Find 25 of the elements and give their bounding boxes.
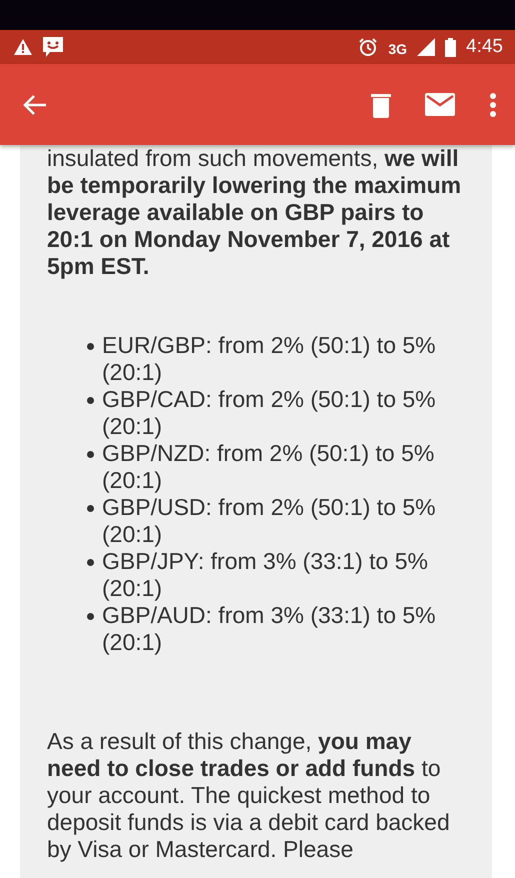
bullet-icon (87, 559, 94, 566)
paragraph: insulated from such movements, we will be temporarily lowering the maximum leverage available on GBP pairs to 20:1 on Monday November 7, 2016 at 5pm EST. (47, 145, 462, 280)
list-item: GBP/JPY: from 3% (33:1) to 5% (20:1) (102, 548, 429, 602)
bullet-icon (87, 451, 94, 458)
back-button[interactable] (22, 92, 48, 116)
list-item: GBP/USD: from 2% (50:1) to 5% (20:1) (102, 494, 437, 548)
clock: 4:45 (466, 36, 503, 58)
more-options-button[interactable] (489, 92, 497, 116)
bullet-icon (87, 613, 94, 620)
message-icon (42, 36, 64, 58)
paragraph: As a result of this change, you may need to close trades or add funds to your account. The quickest method to deposit funds is via a debit card backed by Visa or Mastercard. Please (47, 728, 451, 863)
list-item: GBP/NZD: from 2% (50:1) to 5% (20:1) (102, 440, 436, 494)
network-type: 3G (388, 41, 408, 57)
signal-icon (417, 38, 436, 56)
bullet-icon (87, 505, 94, 512)
delete-button[interactable] (371, 92, 391, 118)
list-item: GBP/AUD: from 3% (33:1) to 5% (20:1) (102, 602, 437, 656)
bullet-icon (87, 397, 94, 404)
list-item: EUR/GBP: from 2% (50:1) to 5% (20:1) (102, 332, 437, 386)
mail-button[interactable] (425, 93, 455, 116)
list-item: GBP/CAD: from 2% (50:1) to 5% (20:1) (102, 386, 437, 440)
bullet-icon (87, 343, 94, 350)
alarm-icon (358, 37, 378, 57)
battery-icon (445, 38, 456, 56)
warning-icon (14, 39, 32, 55)
